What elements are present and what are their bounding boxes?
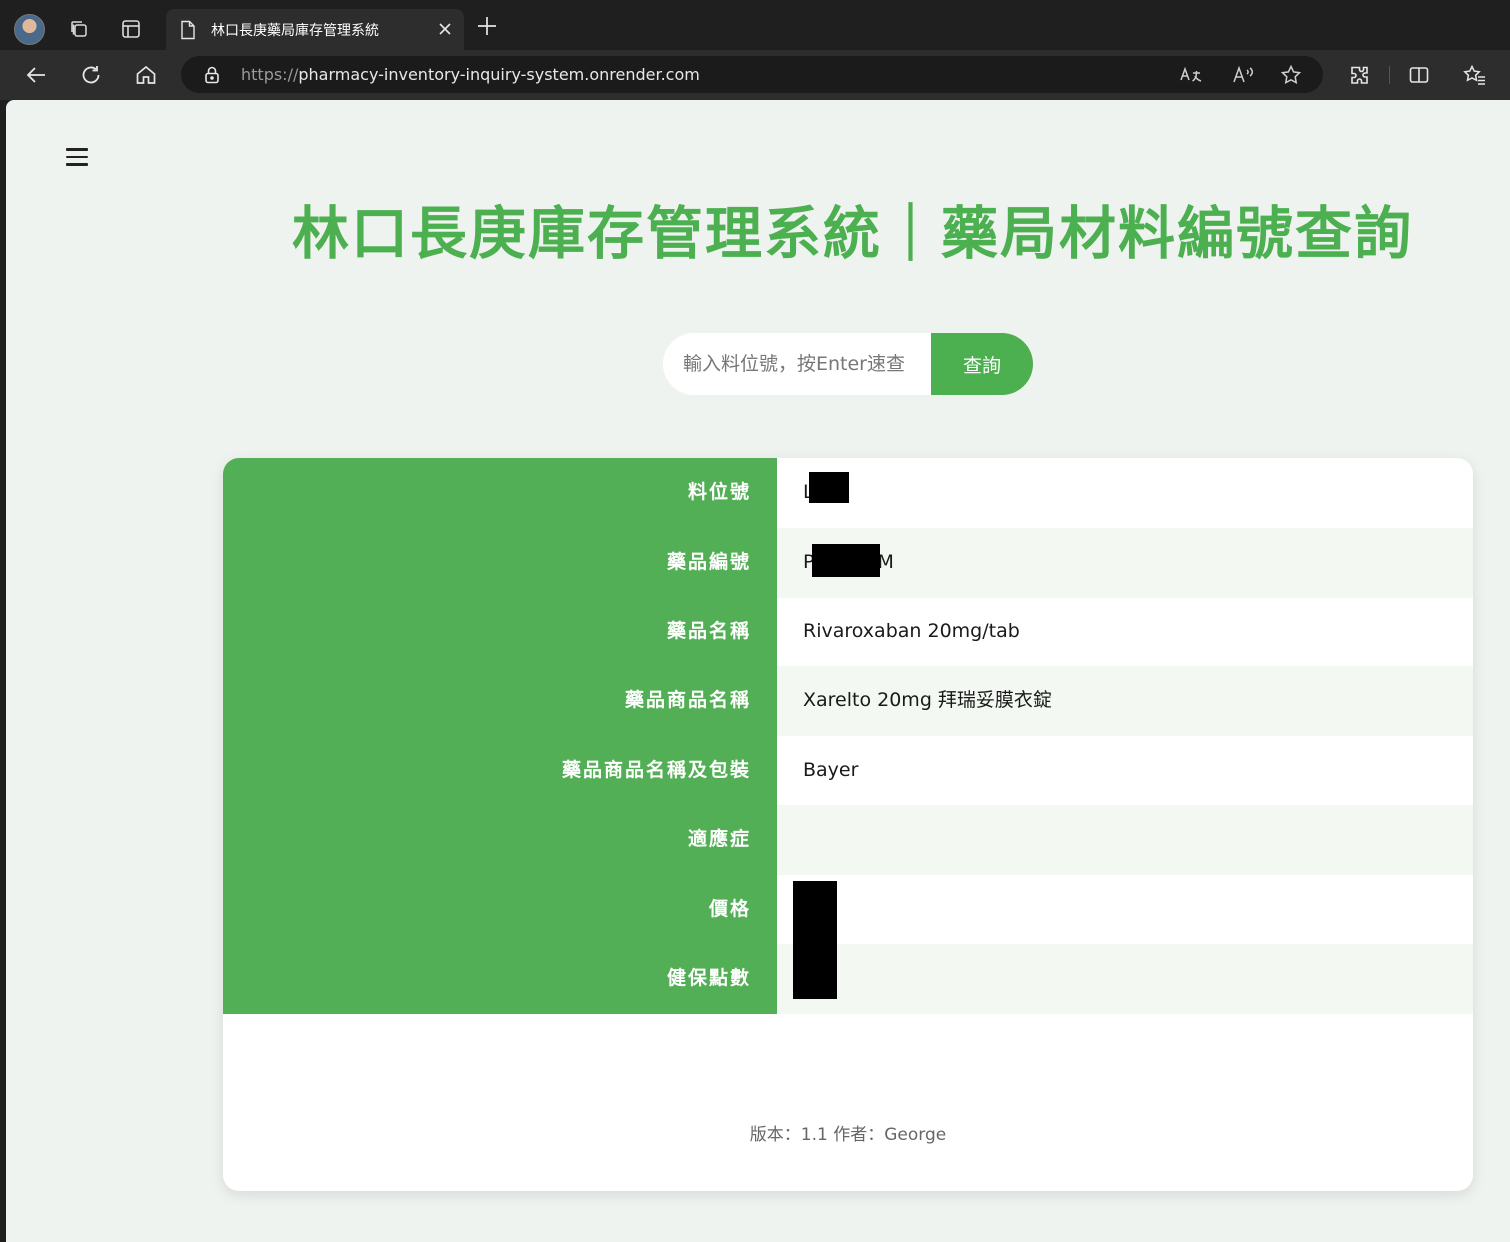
row-value: Rivaroxaban 20mg/tab: [803, 620, 1020, 642]
row-value: [777, 805, 1473, 875]
table-row: 適應症: [223, 805, 1473, 875]
row-label: 價格: [223, 875, 777, 945]
footer-version: 版本：1.1 作者：George: [749, 1125, 947, 1145]
row-label: 適應症: [223, 805, 777, 875]
row-value: [777, 875, 1473, 945]
row-label: 料位號: [223, 458, 777, 528]
table-row: 藥品商品名稱 Xarelto 20mg 拜瑞妥膜衣錠: [223, 666, 1473, 736]
row-value: PM: [777, 528, 1473, 598]
tab-actions-icon[interactable]: [116, 14, 146, 44]
row-value: Bayer: [803, 759, 859, 781]
tab-active[interactable]: 林口長庚藥局庫存管理系統: [166, 9, 464, 50]
new-tab-icon[interactable]: [476, 15, 498, 41]
page-icon: [180, 20, 196, 44]
favorites-icon[interactable]: [1460, 60, 1490, 90]
favorite-star-icon[interactable]: [1279, 63, 1303, 87]
row-value: [777, 944, 1473, 1014]
redaction-box: [793, 881, 837, 999]
table-row: 價格: [223, 875, 1473, 945]
page-content: 林口長庚庫存管理系統｜藥局材料編號查詢 查詢 料位號 L 藥品編號 PM 藥品名…: [6, 100, 1510, 1242]
refresh-icon[interactable]: [76, 60, 106, 90]
page-title: 林口長庚庫存管理系統｜藥局材料編號查詢: [292, 201, 1413, 267]
table-row: 藥品名稱 Rivaroxaban 20mg/tab: [223, 597, 1473, 667]
address-bar[interactable]: https://pharmacy-inventory-inquiry-syste…: [181, 56, 1323, 93]
tab-title: 林口長庚藥局庫存管理系統: [211, 23, 379, 39]
table-row: 料位號 L: [223, 458, 1473, 528]
menu-hamburger-icon[interactable]: [66, 148, 90, 168]
toolbar-divider: [1389, 66, 1390, 84]
extensions-icon[interactable]: [1344, 60, 1374, 90]
back-icon[interactable]: [21, 60, 51, 90]
row-label: 藥品編號: [223, 528, 777, 598]
redaction-box: [812, 544, 880, 577]
redaction-box: [809, 472, 849, 503]
browser-toolbar: https://pharmacy-inventory-inquiry-syste…: [0, 50, 1510, 100]
home-icon[interactable]: [131, 60, 161, 90]
close-tab-icon[interactable]: [436, 20, 454, 42]
url-text[interactable]: https://pharmacy-inventory-inquiry-syste…: [241, 65, 700, 84]
row-value: Xarelto 20mg 拜瑞妥膜衣錠: [777, 666, 1473, 736]
row-label: 藥品名稱: [223, 597, 777, 667]
table-row: 健保點數: [223, 944, 1473, 1014]
lock-icon[interactable]: [203, 65, 221, 89]
split-screen-icon[interactable]: [1404, 60, 1434, 90]
profile-avatar[interactable]: [14, 14, 45, 45]
row-value: L: [777, 458, 1473, 528]
read-aloud-translate-icon[interactable]: [1179, 63, 1203, 87]
browser-tab-bar: 林口長庚藥局庫存管理系統: [0, 0, 1510, 50]
search-button[interactable]: 查詢: [931, 333, 1033, 395]
result-table: 料位號 L 藥品編號 PM 藥品名稱 Rivaroxaban 20mg/tab …: [223, 458, 1473, 1191]
row-label: 藥品商品名稱及包裝: [223, 736, 777, 806]
table-row: 藥品商品名稱及包裝 Bayer: [223, 736, 1473, 806]
row-label: 健保點數: [223, 944, 777, 1014]
read-aloud-icon[interactable]: [1231, 63, 1255, 87]
workspaces-icon[interactable]: [64, 14, 94, 44]
search-form: 查詢: [663, 333, 1033, 395]
table-row: 藥品編號 PM: [223, 528, 1473, 598]
search-input[interactable]: [663, 333, 931, 395]
row-label: 藥品商品名稱: [223, 666, 777, 736]
